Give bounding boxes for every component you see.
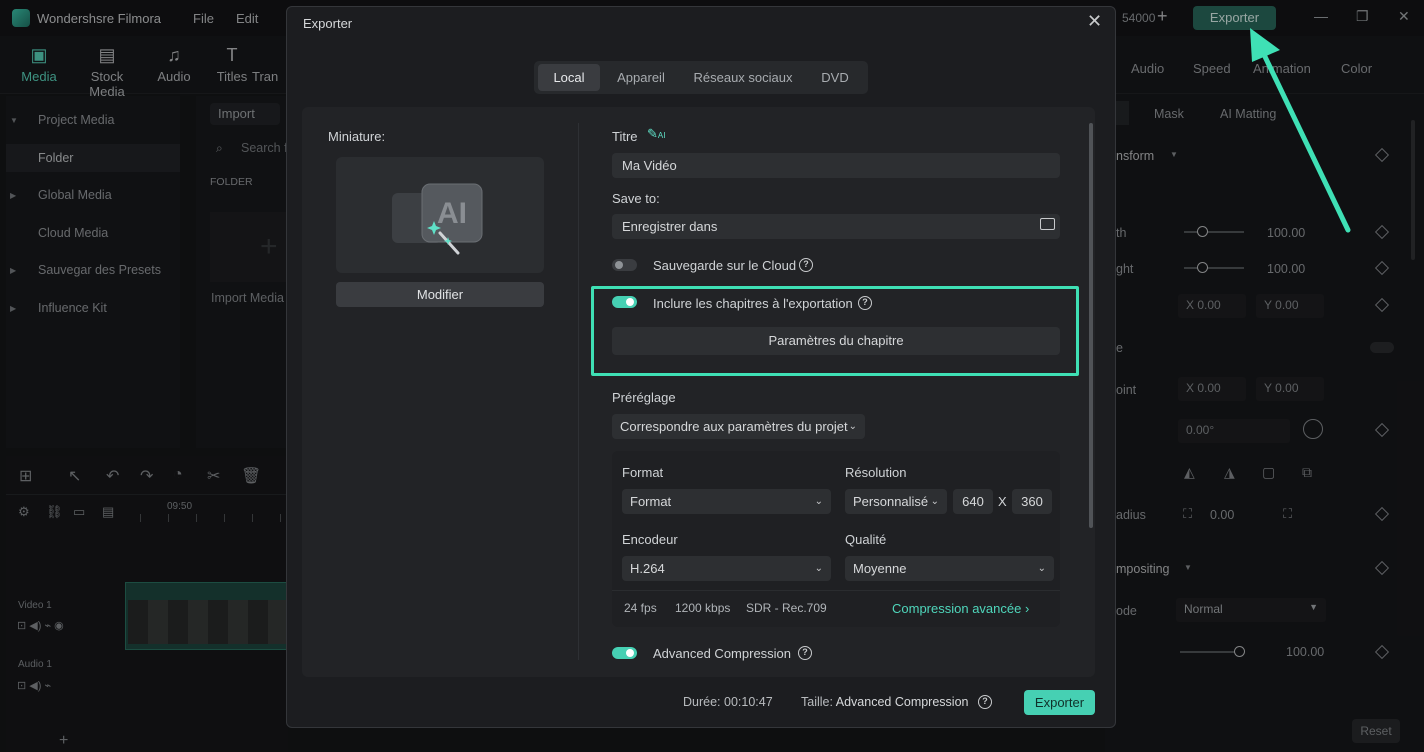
tab-device[interactable]: Appareil bbox=[606, 64, 676, 91]
resolution-width-input[interactable]: 640 bbox=[953, 489, 993, 514]
duration-value: 00:10:47 bbox=[724, 695, 773, 709]
duration-info: Durée: 00:10:47 bbox=[683, 695, 773, 709]
save-to-value: Enregistrer dans bbox=[622, 219, 718, 234]
chevron-down-icon: ⌄ bbox=[848, 421, 857, 432]
quality-value: Moyenne bbox=[853, 561, 907, 576]
settings-scrollbar[interactable] bbox=[1089, 123, 1093, 528]
advanced-compression-label: Advanced Compression bbox=[653, 646, 792, 661]
cloud-backup-toggle[interactable] bbox=[612, 259, 637, 271]
preset-select[interactable]: Correspondre aux paramètres du projet ⌄ bbox=[612, 414, 865, 439]
encoder-select[interactable]: H.264 ⌄ bbox=[622, 556, 831, 581]
advanced-compression-link[interactable]: Compression avancée › bbox=[892, 601, 1029, 616]
chevron-down-icon: ⌄ bbox=[930, 496, 939, 507]
duration-label: Durée: bbox=[683, 695, 721, 709]
resolution-label: Résolution bbox=[845, 465, 907, 480]
size-info: Taille: Advanced Compression bbox=[801, 695, 968, 709]
svg-text:AI: AI bbox=[437, 197, 467, 230]
format-value: Format bbox=[630, 494, 672, 509]
ai-thumbnail-icon: AI bbox=[392, 183, 483, 255]
dialog-title: Exporter bbox=[303, 16, 353, 31]
resolution-separator: X bbox=[998, 494, 1007, 509]
resolution-select[interactable]: Personnalisé ⌄ bbox=[845, 489, 947, 514]
modify-thumbnail-button[interactable]: Modifier bbox=[336, 282, 544, 307]
title-label: Titre bbox=[612, 129, 638, 144]
advanced-compression-link-label: Compression avancée bbox=[892, 601, 1022, 616]
format-label: Format bbox=[622, 465, 664, 480]
thumbnail-label: Miniature: bbox=[328, 129, 386, 144]
export-button[interactable]: Exporter bbox=[1024, 690, 1095, 715]
panel-divider bbox=[578, 123, 579, 660]
chevron-right-icon: › bbox=[1024, 601, 1030, 616]
chevron-down-icon: ⌄ bbox=[814, 496, 823, 507]
title-input[interactable]: Ma Vidéo bbox=[612, 153, 1060, 178]
fps-value: 24 fps bbox=[624, 601, 657, 615]
quality-label: Qualité bbox=[845, 532, 887, 547]
encoder-value: H.264 bbox=[630, 561, 665, 576]
tab-local[interactable]: Local bbox=[538, 64, 600, 91]
help-icon[interactable]: ? bbox=[798, 646, 812, 660]
color-space-value: SDR - Rec.709 bbox=[746, 601, 827, 615]
folder-icon[interactable] bbox=[1040, 218, 1055, 230]
toggle-knob bbox=[626, 649, 634, 657]
chevron-down-icon: ⌄ bbox=[814, 563, 823, 574]
chevron-down-icon: ⌄ bbox=[1037, 563, 1046, 574]
size-value: Advanced Compression bbox=[835, 695, 969, 709]
encoder-label: Encodeur bbox=[622, 532, 678, 547]
format-divider bbox=[612, 590, 1060, 591]
help-icon[interactable]: ? bbox=[799, 258, 813, 272]
tab-social[interactable]: Réseaux sociaux bbox=[686, 64, 800, 91]
annotation-arrow-icon bbox=[1250, 28, 1351, 233]
ai-title-icon[interactable]: ✎AI bbox=[647, 126, 665, 142]
close-icon[interactable]: ✕ bbox=[1087, 11, 1102, 32]
highlight-box bbox=[591, 286, 1079, 376]
help-icon[interactable]: ? bbox=[978, 695, 992, 709]
resolution-value: Personnalisé bbox=[853, 494, 929, 509]
bitrate-value: 1200 kbps bbox=[675, 601, 731, 615]
save-to-input[interactable]: Enregistrer dans bbox=[612, 214, 1060, 239]
format-select[interactable]: Format ⌄ bbox=[622, 489, 831, 514]
cloud-backup-label: Sauvegarde sur le Cloud bbox=[653, 258, 797, 273]
quality-select[interactable]: Moyenne ⌄ bbox=[845, 556, 1054, 581]
thumbnail-preview[interactable]: AI bbox=[336, 157, 544, 273]
resolution-height-input[interactable]: 360 bbox=[1012, 489, 1052, 514]
preset-label: Préréglage bbox=[612, 390, 676, 405]
advanced-compression-toggle[interactable] bbox=[612, 647, 637, 659]
save-to-label: Save to: bbox=[612, 191, 660, 206]
preset-value: Correspondre aux paramètres du projet bbox=[620, 419, 848, 434]
filmora-app: Wondershsre Filmora File Edit 54000 + Ex… bbox=[0, 0, 1424, 752]
tab-dvd[interactable]: DVD bbox=[808, 64, 862, 91]
toggle-knob bbox=[615, 261, 623, 269]
size-label: Taille: bbox=[801, 695, 833, 709]
